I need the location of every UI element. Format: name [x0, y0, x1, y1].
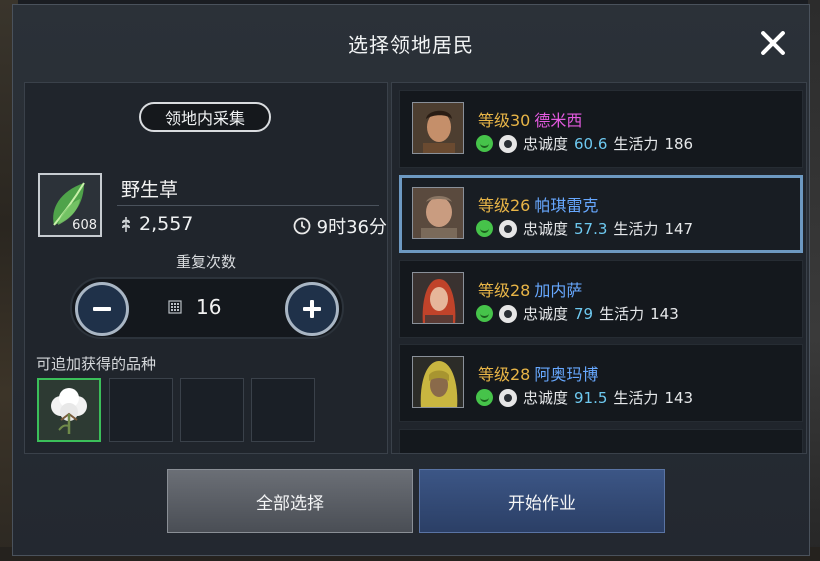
extra-item-slot-empty: [109, 378, 173, 442]
loyalty-label: 忠诚度: [523, 135, 569, 153]
worker-level: 等级26: [478, 196, 531, 215]
worker-name: 阿奥玛博: [534, 365, 599, 384]
worker-portrait: [412, 102, 464, 154]
stamina-value: 143: [650, 304, 679, 323]
badge-icon: [499, 304, 517, 323]
worker-portrait: [412, 272, 464, 324]
increment-button[interactable]: [285, 282, 339, 336]
stamina-label: 生活力: [613, 220, 659, 238]
worker-stats: 忠诚度 79 生活力 143: [476, 303, 679, 324]
dialog-title: 选择领地居民: [348, 32, 474, 57]
select-all-button[interactable]: 全部选择: [167, 469, 413, 533]
worker-row[interactable]: 等级28 加内萨 忠诚度 79 生活力 143: [399, 260, 803, 338]
happy-face-icon: [476, 389, 493, 406]
loyalty-label: 忠诚度: [523, 220, 569, 238]
worker-title: 等级30 德米西: [478, 107, 582, 131]
repeat-stepper: 16: [70, 277, 344, 339]
worker-stats: 忠诚度 60.6 生活力 186: [476, 133, 693, 154]
loyalty-value: 91.5: [574, 388, 608, 407]
worker-name: 德米西: [534, 111, 583, 130]
repeat-label: 重复次数: [175, 253, 236, 271]
time-value: 9时36分: [316, 217, 387, 238]
minus-icon: [93, 307, 111, 311]
loyalty-value: 57.3: [574, 219, 608, 238]
stamina-value: 143: [664, 388, 694, 407]
worker-level: 等级30: [478, 111, 531, 130]
loyalty-value: 79: [574, 304, 594, 323]
decrement-button[interactable]: [75, 282, 129, 336]
cotton-icon: [51, 388, 87, 434]
badge-icon: [499, 219, 517, 238]
extra-item-slot[interactable]: [37, 378, 101, 442]
loyalty-label: 忠诚度: [523, 389, 569, 407]
item-name: 野生草: [121, 179, 179, 201]
gathering-panel: 领地内采集 608 野生草 2,557 9时36分 重复次数 16 可追加获得的…: [24, 82, 388, 454]
divider: [117, 205, 379, 206]
start-work-button[interactable]: 开始作业: [419, 469, 665, 533]
worker-title: 等级28 阿奥玛博: [478, 361, 598, 385]
stamina-value: 186: [664, 134, 694, 153]
worker-stats: 忠诚度 91.5 生活力 143: [476, 387, 693, 408]
worker-stats: 忠诚度 57.3 生活力 147: [476, 218, 693, 239]
worker-name: 帕琪雷克: [534, 196, 599, 215]
worker-title: 等级28 加内萨: [478, 277, 582, 301]
worker-title: 等级26 帕琪雷克: [478, 192, 598, 216]
happy-face-icon: [476, 220, 493, 237]
extra-item-slot-empty: [180, 378, 244, 442]
stamina-label: 生活力: [613, 389, 659, 407]
amount-stat: 2,557: [119, 213, 193, 235]
item-slot[interactable]: 608: [38, 173, 102, 237]
badge-icon: [499, 388, 517, 407]
section-label: 领地内采集: [139, 102, 271, 132]
worker-level: 等级28: [478, 365, 531, 384]
happy-face-icon: [476, 135, 493, 152]
plus-icon: [303, 300, 321, 318]
close-icon[interactable]: [759, 29, 787, 57]
worker-row[interactable]: 等级30 德米西 忠诚度 60.6 生活力 186: [399, 90, 803, 168]
badge-icon: [499, 134, 517, 153]
worker-portrait: [412, 356, 464, 408]
amount-value: 2,557: [139, 213, 194, 235]
time-stat: 9时36分: [293, 213, 387, 239]
clock-icon: [293, 217, 311, 235]
loyalty-value: 60.6: [574, 134, 608, 153]
stamina-label: 生活力: [613, 135, 659, 153]
select-resident-dialog: 选择领地居民 领地内采集 608 野生草 2,557 9时36分 重复次数 16…: [12, 4, 810, 556]
worker-row-selected[interactable]: 等级26 帕琪雷克 忠诚度 57.3 生活力 147: [399, 175, 803, 253]
stamina-label: 生活力: [599, 305, 645, 323]
worker-row[interactable]: 等级28 阿奥玛博 忠诚度 91.5 生活力 143: [399, 344, 803, 422]
stamina-value: 147: [664, 219, 694, 238]
loyalty-label: 忠诚度: [523, 305, 569, 323]
worker-list: 等级30 德米西 忠诚度 60.6 生活力 186 等级26 帕琪雷克 忠诚度 …: [391, 82, 807, 454]
calculator-icon: [168, 300, 182, 314]
extra-items-label: 可追加获得的品种: [36, 355, 157, 373]
repeat-value[interactable]: 16: [196, 295, 221, 319]
worker-row-partial[interactable]: [399, 429, 803, 453]
repeat-value-display: 16: [168, 295, 221, 319]
worker-portrait: [412, 187, 464, 239]
wheat-icon: [122, 217, 130, 232]
worker-name: 加内萨: [534, 281, 583, 300]
happy-face-icon: [476, 305, 493, 322]
extra-item-slot-empty: [251, 378, 315, 442]
worker-level: 等级28: [478, 281, 531, 300]
item-count: 608: [72, 218, 97, 233]
